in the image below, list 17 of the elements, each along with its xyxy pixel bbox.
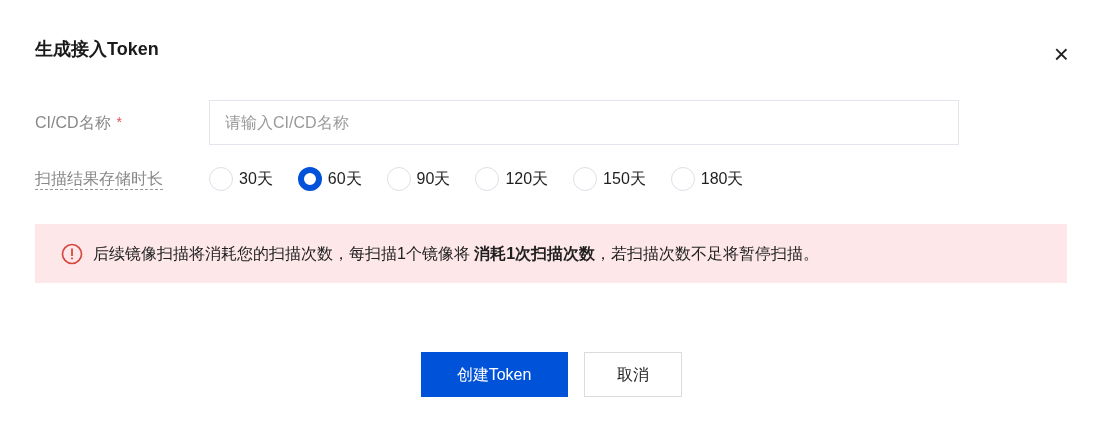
warning-icon — [61, 242, 83, 265]
cancel-button[interactable]: 取消 — [583, 352, 682, 397]
radio-label: 120天 — [505, 169, 549, 189]
radio-label: 60天 — [327, 169, 362, 189]
alert-message: 后续镜像扫描将消耗您的扫描次数，每扫描1个镜像将 消耗1次扫描次数，若扫描次数不足将暂停扫描。 — [93, 243, 820, 264]
name-input-field[interactable]: 请输入CI/CD名称 — [209, 100, 959, 145]
radio-label: 150天 — [603, 169, 646, 189]
field-label: CI/CD名称 — [35, 112, 111, 133]
radio-label: 30天 — [239, 169, 273, 189]
dialog-title: 生成接入Token — [35, 37, 159, 61]
radio-label: 180天 — [700, 169, 744, 189]
radio-button[interactable] — [297, 167, 322, 191]
field-label: 扫描结果存储时长 — [35, 170, 163, 190]
required-mark: * — [116, 113, 122, 132]
radio-label: 90天 — [416, 169, 451, 189]
create-button[interactable]: 创建Token — [420, 352, 568, 397]
close-button[interactable]: × — [1053, 41, 1069, 67]
